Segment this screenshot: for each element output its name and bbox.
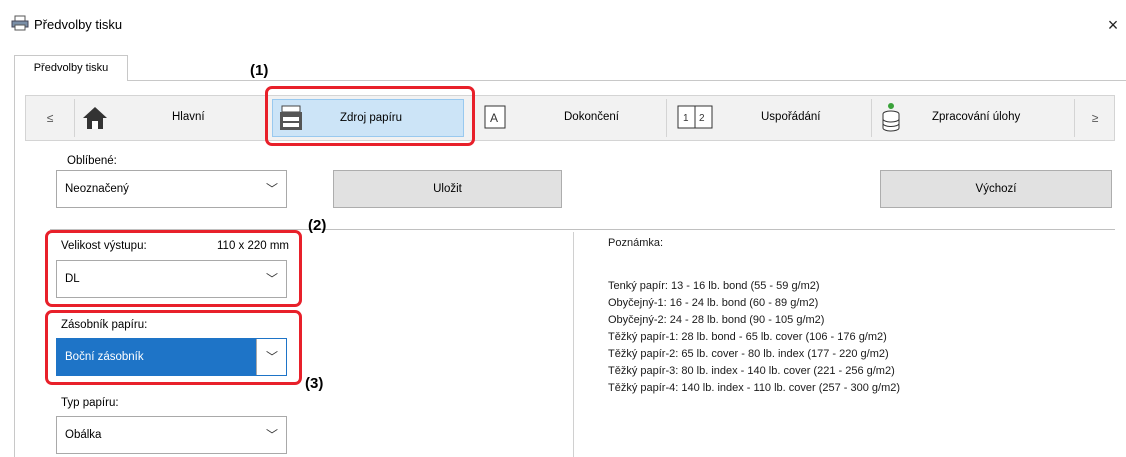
svg-text:A: A: [490, 111, 498, 125]
toolbar-item-label: Hlavní: [172, 111, 205, 123]
svg-text:2: 2: [699, 113, 705, 124]
window-title: Předvolby tisku: [34, 17, 123, 32]
highlight-box-3: [45, 310, 302, 385]
scroll-right-button[interactable]: ≥: [1076, 96, 1114, 140]
note-line: Těžký papír-1: 28 lb. bond - 65 lb. cove…: [608, 331, 887, 343]
note-line: Obyčejný-2: 24 - 28 lb. bond (90 - 105 g…: [608, 314, 825, 326]
favorites-value: Neoznačený: [65, 183, 129, 195]
paper-type-label: Typ papíru:: [61, 397, 119, 409]
toolbar-item-label: Zpracování úlohy: [932, 111, 1021, 123]
annotation-1: (1): [250, 62, 269, 79]
toolbar-item-label: Uspořádání: [761, 111, 821, 123]
note-line: Těžký papír-2: 65 lb. cover - 80 lb. ind…: [608, 348, 889, 360]
save-button[interactable]: Uložit: [333, 170, 562, 208]
printer-icon: [11, 15, 29, 31]
document-a-icon: A: [484, 105, 506, 132]
toolbar-item-finishing[interactable]: A Dokončení: [478, 99, 658, 137]
note-line: Těžký papír-3: 80 lb. index - 140 lb. co…: [608, 365, 895, 377]
paper-type-value: Obálka: [65, 429, 102, 441]
toolbar-item-main[interactable]: Hlavní: [76, 99, 266, 137]
toolbar-item-job-handling[interactable]: Zpracování úlohy: [876, 99, 1066, 137]
pages-icon: 1 2: [677, 105, 713, 132]
svg-text:1: 1: [683, 113, 689, 124]
note-title: Poznámka:: [608, 237, 664, 249]
column-divider: [573, 232, 574, 457]
note-line: Tenký papír: 13 - 16 lb. bond (55 - 59 g…: [608, 280, 820, 292]
note-line: Obyčejný-1: 16 - 24 lb. bond (60 - 89 g/…: [608, 297, 819, 309]
default-button[interactable]: Výchozí: [880, 170, 1112, 208]
favorites-label: Oblíbené:: [67, 155, 117, 167]
favorites-select[interactable]: Neoznačený ﹀: [56, 170, 287, 208]
title-bar: Předvolby tisku ×: [0, 0, 1126, 48]
note-line: Těžký papír-4: 140 lb. index - 110 lb. c…: [608, 382, 901, 394]
annotation-2: (2): [308, 217, 327, 234]
highlight-box-1: [265, 86, 475, 146]
home-icon: [82, 105, 108, 134]
tab-preferences[interactable]: Předvolby tisku: [14, 55, 128, 81]
toolbar-item-label: Dokončení: [564, 111, 619, 123]
category-toolbar: ≤ Hlavní Zdroj papíru A Dokončení 1 2 Us…: [25, 95, 1115, 141]
annotation-3: (3): [305, 375, 324, 392]
chevron-down-icon: ﹀: [265, 428, 278, 442]
paper-type-select[interactable]: Obálka ﹀: [56, 416, 287, 454]
close-button[interactable]: ×: [1100, 10, 1126, 40]
chevron-down-icon: ﹀: [265, 182, 278, 196]
highlight-box-2: [45, 230, 302, 307]
scroll-left-button[interactable]: ≤: [26, 96, 74, 140]
database-icon: [880, 102, 902, 137]
toolbar-item-layout[interactable]: 1 2 Uspořádání: [671, 99, 866, 137]
